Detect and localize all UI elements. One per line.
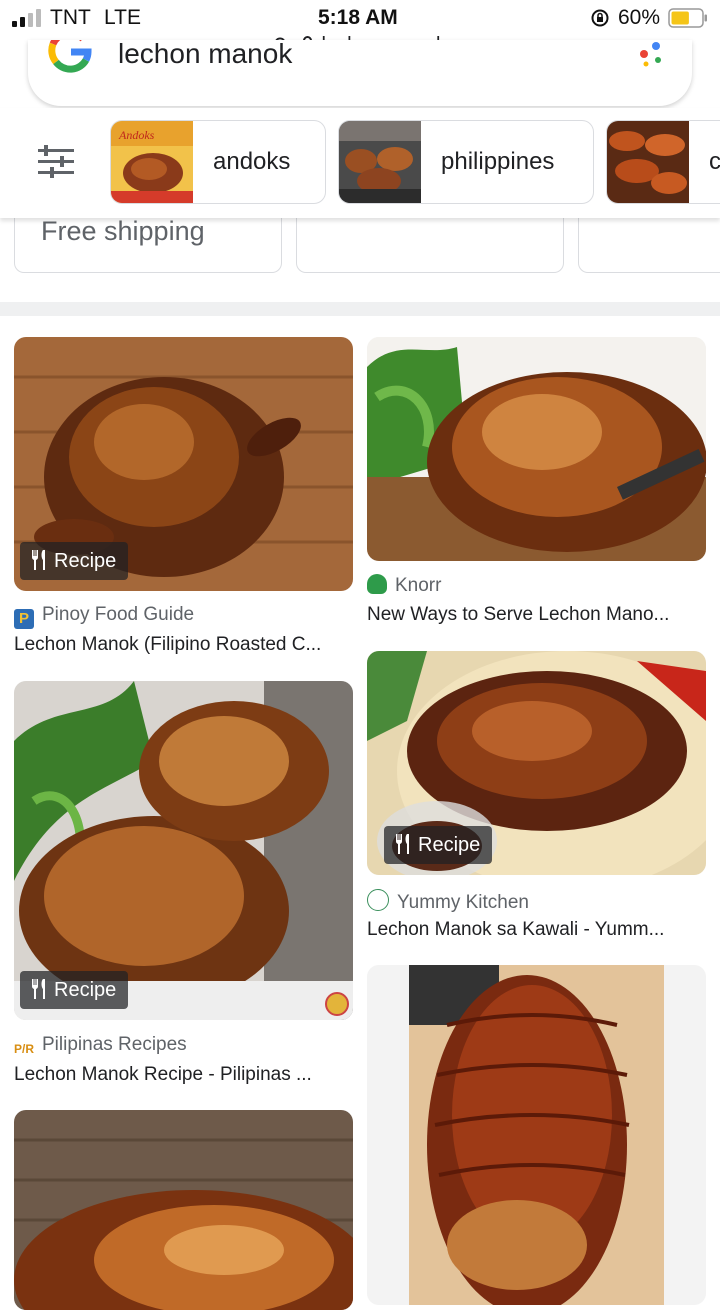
source-name: Pinoy Food Guide — [42, 604, 195, 625]
chip-philippines[interactable]: philippines — [338, 120, 594, 204]
result-title[interactable]: Lechon Manok Recipe - Pilipinas ... — [14, 1064, 354, 1086]
chip-thumbnail — [607, 121, 689, 203]
filter-card-3[interactable] — [578, 212, 720, 273]
result-source[interactable]: P Pinoy Food Guide — [14, 604, 194, 629]
recipe-badge: Recipe — [20, 542, 129, 580]
result-source[interactable]: Knorr — [367, 574, 441, 597]
result-title[interactable]: New Ways to Serve Lechon Mano... — [367, 604, 707, 626]
recipe-badge-label: Recipe — [54, 550, 117, 572]
result-title[interactable]: Lechon Manok sa Kawali - Yumm... — [367, 919, 707, 941]
roast-chicken-image — [14, 1110, 353, 1310]
recipe-utensils-icon — [395, 834, 409, 854]
result-source[interactable]: Yummy Kitchen — [367, 889, 529, 914]
favicon-icon: P/R — [14, 1039, 34, 1059]
battery-icon — [668, 8, 707, 28]
battery-percent: 60% — [618, 6, 661, 29]
recipe-badge: Recipe — [20, 971, 129, 1009]
chip-label: andoks — [213, 148, 291, 175]
recipe-badge-label: Recipe — [418, 834, 481, 856]
lechon-image — [367, 965, 706, 1305]
favicon-icon: P — [14, 609, 34, 629]
filter-label: Free shipping — [41, 216, 205, 246]
roast-chicken-image — [14, 681, 353, 1020]
orientation-lock-icon — [591, 9, 609, 27]
chip-thumbnail — [339, 121, 421, 203]
chip-more[interactable]: c — [606, 120, 720, 204]
clock: 5:18 AM — [318, 6, 398, 29]
suggestion-chips-row: Andoks andoks philippines c — [0, 108, 720, 218]
search-query: lechon manok — [118, 40, 293, 69]
carrier-label: TNT — [50, 6, 91, 29]
filter-card-2[interactable] — [296, 212, 564, 273]
favicon-icon — [367, 574, 387, 594]
network-label: LTE — [104, 6, 141, 29]
svg-text:Andoks: Andoks — [118, 128, 155, 142]
lens-icon[interactable] — [632, 40, 668, 70]
result-image-pilipinas-recipes[interactable] — [14, 681, 353, 1020]
chip-thumbnail: Andoks — [111, 121, 193, 203]
result-image-partial-left[interactable] — [14, 1110, 353, 1310]
source-name: Yummy Kitchen — [397, 892, 529, 913]
google-logo-icon — [48, 40, 92, 73]
recipe-utensils-icon — [31, 979, 45, 999]
result-title[interactable]: Lechon Manok (Filipino Roasted C... — [14, 634, 354, 656]
chip-andoks[interactable]: Andoks andoks — [110, 120, 326, 204]
favicon-icon — [367, 889, 389, 911]
section-divider — [0, 302, 720, 316]
recipe-badge: Recipe — [384, 826, 493, 864]
result-image-partial-right[interactable] — [367, 965, 706, 1305]
status-bar: TNT LTE 5:18 AM 60% — [0, 0, 720, 36]
chip-label: philippines — [441, 148, 555, 175]
filter-sliders-icon[interactable] — [36, 144, 76, 180]
source-name: Knorr — [395, 575, 442, 596]
result-image-knorr[interactable] — [367, 337, 706, 561]
filter-free-shipping[interactable]: Free shipping — [14, 212, 282, 273]
search-box[interactable]: lechon manok — [28, 40, 692, 106]
recipe-badge-label: Recipe — [54, 979, 117, 1001]
roast-chicken-image — [367, 337, 706, 561]
signal-icon — [12, 9, 41, 27]
recipe-utensils-icon — [31, 550, 45, 570]
source-name: Pilipinas Recipes — [42, 1034, 187, 1055]
result-source[interactable]: P/R Pilipinas Recipes — [14, 1034, 187, 1059]
chip-label: c — [709, 148, 720, 175]
